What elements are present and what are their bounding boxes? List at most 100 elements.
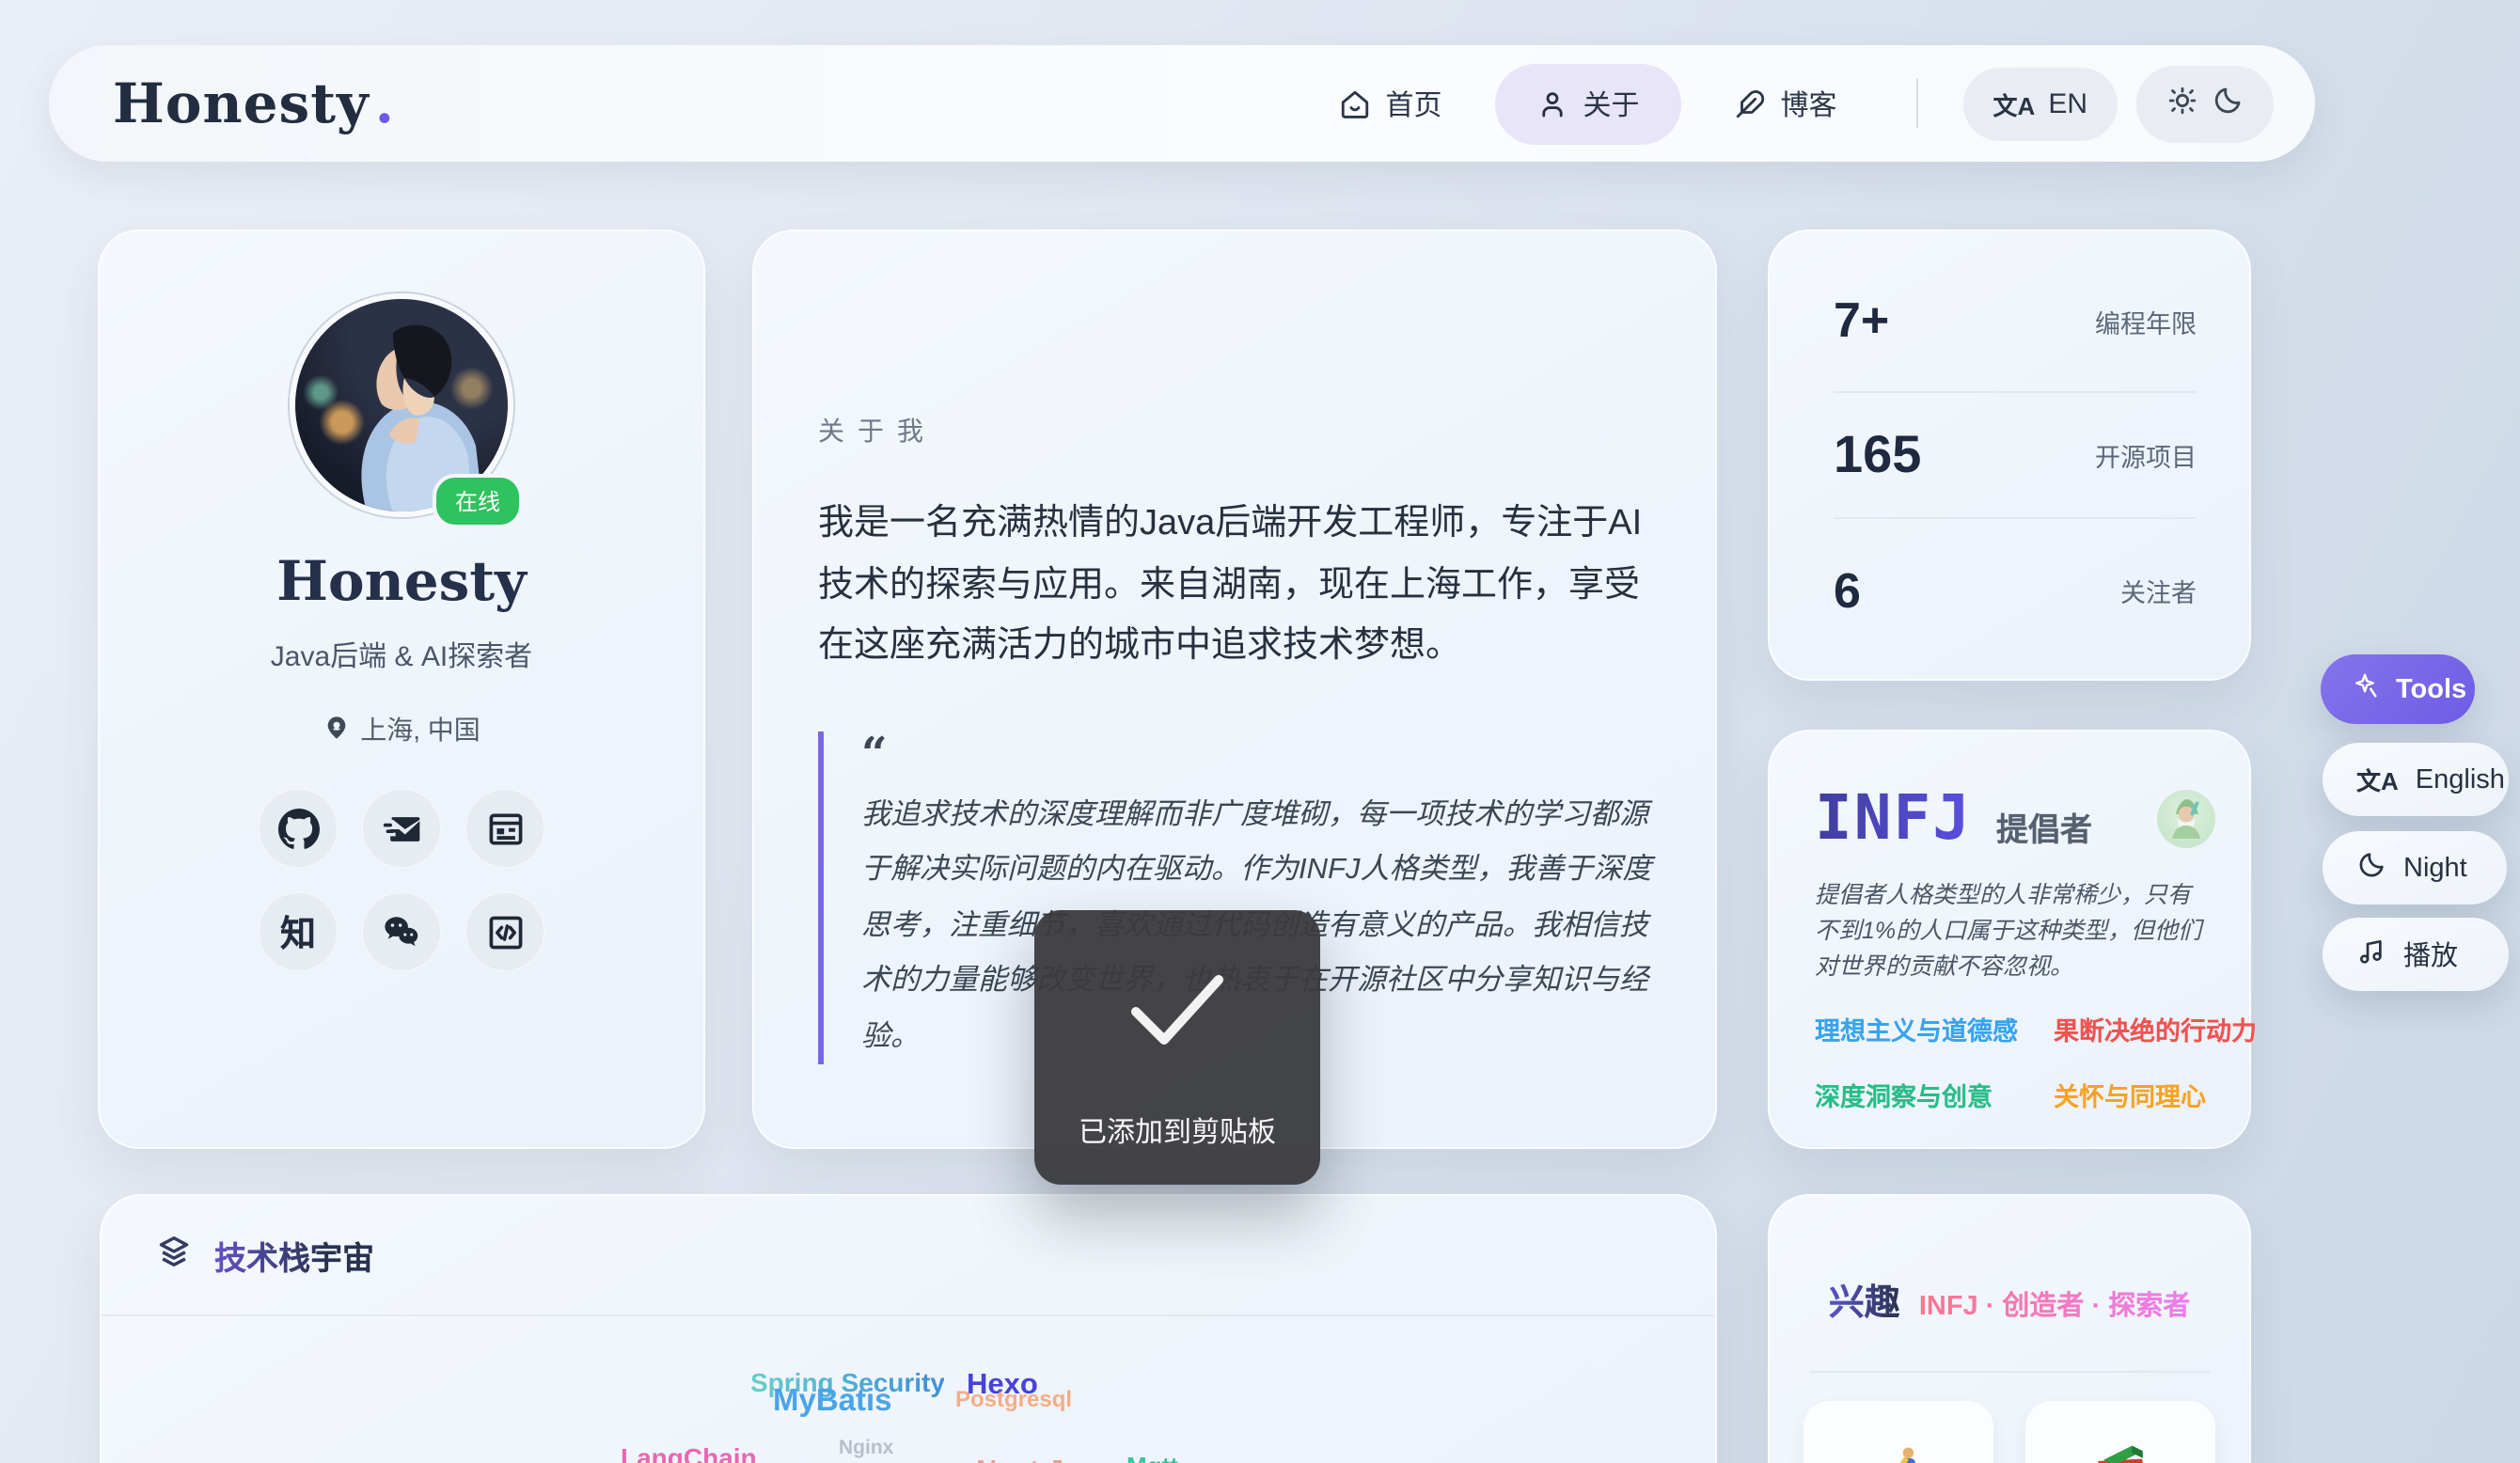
mbti-description: 提倡者人格类型的人非常稀少，只有不到1%的人口属于这种类型，但他们对世界的贡献不…	[1815, 878, 2210, 984]
night-label: Night	[2403, 853, 2467, 883]
play-label: 播放	[2403, 935, 2458, 974]
english-fab-button[interactable]: 文A English	[2323, 743, 2509, 816]
tools-fab-button[interactable]: Tools	[2321, 654, 2475, 724]
profile-location-text: 上海, 中国	[360, 711, 480, 748]
books-icon	[2085, 1439, 2156, 1463]
sun-icon	[2166, 84, 2198, 123]
interests-card: 兴趣 INFJ · 创造者 · 探索者	[1768, 1194, 2251, 1463]
stat-value: 7+	[1834, 291, 1889, 350]
magic-wand-icon	[2351, 671, 2379, 707]
stat-value: 165	[1834, 425, 1921, 485]
top-navbar: Honesty. 首页 关于 博客 文A	[49, 45, 2315, 162]
stat-row-followers: 6 关注者	[1834, 519, 2197, 662]
mbti-card: INFJ 提倡者 提倡者人格类型的人非常稀少，只有不到1%的人口属于这种类型，但…	[1768, 730, 2251, 1149]
tech-word[interactable]: Nginx	[839, 1437, 893, 1459]
page: Honesty. 首页 关于 博客 文A	[0, 0, 2520, 1463]
mbti-header: INFJ 提倡者	[1815, 780, 2215, 854]
mbti-role: 提倡者	[1996, 803, 2092, 850]
theme-toggle-button[interactable]	[2136, 65, 2274, 142]
toast-message: 已添加到剪贴板	[1079, 1111, 1276, 1151]
tech-word[interactable]: Next.Js	[976, 1455, 1079, 1463]
nav-item-label: 关于	[1583, 84, 1639, 123]
profile-location: 上海, 中国	[100, 711, 703, 748]
stat-row-open-source: 165 开源项目	[1834, 393, 2197, 519]
nav-item-label: 博客	[1781, 84, 1837, 123]
interest-tile-reading[interactable]	[2025, 1401, 2215, 1463]
interests-tiles	[1770, 1401, 2249, 1463]
stat-label: 开源项目	[2095, 436, 2197, 474]
social-row	[258, 788, 545, 869]
profile-card: 在线 Honesty Java后端 & AI探索者 上海, 中国	[98, 229, 705, 1149]
english-label: English	[2416, 764, 2505, 794]
site-logo[interactable]: Honesty.	[113, 71, 395, 135]
cycling-icon	[1863, 1439, 1934, 1463]
code-box-icon[interactable]	[465, 891, 545, 972]
interests-divider	[1809, 1371, 2210, 1373]
tech-stack-card: 技术栈宇宙 Spring Security MyBatis Hexo Postg…	[100, 1194, 1717, 1463]
translate-icon: 文A	[1993, 86, 2036, 121]
site-logo-text: Honesty	[113, 71, 370, 135]
tech-word[interactable]: MyBatis	[773, 1384, 892, 1420]
stats-card: 7+ 编程年限 165 开源项目 6 关注者	[1768, 229, 2251, 681]
nav-item-about[interactable]: 关于	[1494, 63, 1680, 144]
blog-icon[interactable]	[465, 788, 545, 869]
github-icon[interactable]	[258, 788, 339, 869]
tech-word[interactable]: Postgresql	[955, 1386, 1072, 1412]
about-section-label: 关于我	[818, 412, 1659, 449]
tech-word[interactable]: Mqtt	[1126, 1452, 1178, 1463]
clipboard-toast: 已添加到剪贴板	[1034, 910, 1320, 1185]
trait-empathy: 关怀与同理心	[2054, 1077, 2257, 1114]
stat-label: 编程年限	[2095, 302, 2197, 339]
language-toggle-button[interactable]: 文A EN	[1963, 67, 2118, 140]
profile-name: Honesty	[100, 549, 703, 613]
wechat-icon[interactable]	[361, 891, 442, 972]
tech-word[interactable]: LangChain	[621, 1442, 757, 1463]
user-icon	[1536, 87, 1567, 119]
moon-icon	[2356, 849, 2386, 887]
about-bio-text: 我是一名充满热情的Java后端开发工程师，专注于AI技术的探索与应用。来自湖南，…	[818, 495, 1668, 679]
nav-divider	[1916, 79, 1918, 128]
online-status-badge: 在线	[433, 474, 523, 528]
music-note-icon	[2356, 936, 2386, 973]
mbti-mascot-avatar[interactable]	[2157, 790, 2215, 848]
nav-menu: 首页 关于 博客 文A EN	[1304, 63, 2274, 144]
site-logo-dot: .	[375, 71, 395, 135]
stat-row-coding-years: 7+ 编程年限	[1834, 250, 2197, 393]
tools-label: Tools	[2396, 674, 2466, 704]
stat-value: 6	[1834, 561, 1861, 620]
language-label: EN	[2048, 87, 2087, 119]
quote-mark: “	[861, 732, 1661, 777]
zhihu-icon[interactable]: 知	[258, 891, 339, 972]
map-pin-icon	[323, 714, 349, 746]
tech-stack-title: 技术栈宇宙	[214, 1232, 374, 1279]
translate-icon: 文A	[2356, 762, 2399, 797]
nav-item-home[interactable]: 首页	[1304, 65, 1475, 142]
mbti-type: INFJ	[1815, 780, 1972, 854]
social-links: 知	[100, 788, 703, 972]
avatar-wrap: 在线	[290, 293, 513, 517]
interests-title: 兴趣	[1829, 1275, 1900, 1326]
trait-insight: 深度洞察与创意	[1815, 1077, 2054, 1114]
night-mode-fab-button[interactable]: Night	[2323, 831, 2507, 905]
home-icon	[1338, 87, 1370, 119]
interest-tile-cycling[interactable]	[1803, 1401, 1993, 1463]
trait-idealism: 理想主义与道德感	[1815, 1011, 2054, 1048]
stat-label: 关注者	[2120, 572, 2197, 609]
mbti-traits: 理想主义与道德感 果断决绝的行动力 深度洞察与创意 关怀与同理心	[1815, 1011, 2215, 1114]
tech-word-cloud: Spring Security MyBatis Hexo Postgresql …	[102, 1316, 1715, 1463]
profile-title: Java后端 & AI探索者	[100, 636, 703, 675]
layers-icon	[156, 1233, 192, 1278]
interests-subtitle: INFJ · 创造者 · 探索者	[1919, 1284, 2190, 1324]
tech-stack-header: 技术栈宇宙	[102, 1196, 1715, 1279]
trait-decisive: 果断决绝的行动力	[2054, 1011, 2257, 1048]
email-icon[interactable]	[361, 788, 442, 869]
interests-header: 兴趣 INFJ · 创造者 · 探索者	[1770, 1275, 2249, 1326]
social-row: 知	[258, 891, 545, 972]
nav-item-blog[interactable]: 博客	[1700, 65, 1871, 142]
check-icon	[1125, 967, 1230, 1062]
zhihu-glyph: 知	[280, 906, 316, 957]
feather-icon	[1734, 87, 1766, 119]
nav-item-label: 首页	[1385, 84, 1441, 123]
play-music-fab-button[interactable]: 播放	[2323, 918, 2509, 991]
moon-icon	[2212, 84, 2244, 123]
